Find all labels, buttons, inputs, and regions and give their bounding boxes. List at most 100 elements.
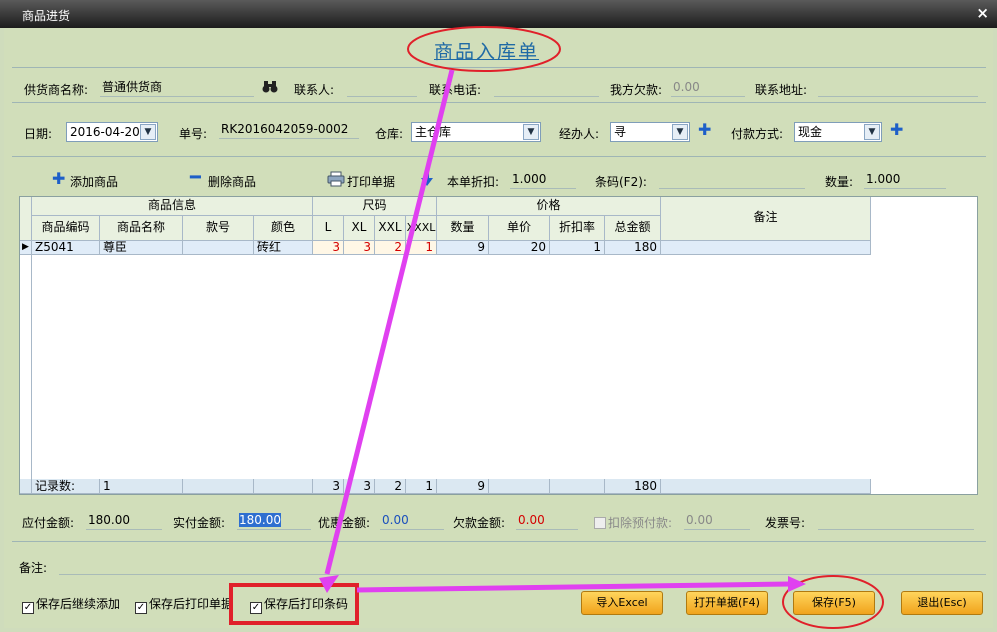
window-title: 商品进货 [22, 9, 71, 23]
column-header-color[interactable]: 颜色 [254, 216, 313, 241]
paid-input[interactable]: 180.00 [237, 512, 311, 530]
down-arrow-icon[interactable] [421, 171, 433, 187]
column-header-discount-rate[interactable]: 折扣率 [550, 216, 605, 241]
chevron-down-icon[interactable]: ▼ [140, 124, 156, 140]
check-icon[interactable]: ✓ [22, 602, 34, 614]
date-picker[interactable]: 2016-04-20 ▼ [66, 122, 158, 142]
product-grid: 商品信息 尺码 价格 备注 商品编码 商品名称 款号 颜色 L XL XXL X… [19, 196, 978, 495]
column-header-xxl[interactable]: XXL [375, 216, 406, 241]
debt-label: 我方欠款: [610, 83, 663, 97]
contact-field[interactable] [347, 79, 417, 97]
invoice-label: 发票号: [765, 516, 806, 530]
binoculars-icon[interactable] [262, 80, 278, 94]
order-label: 单号: [179, 127, 208, 141]
add-product-button[interactable]: 添加商品 [70, 173, 118, 190]
payable-field: 180.00 [86, 512, 162, 530]
discount-field[interactable]: 1.000 [510, 171, 576, 189]
barcode-label: 条码(F2): [595, 175, 647, 189]
address-field[interactable] [818, 79, 978, 97]
warehouse-select[interactable]: 主仓库 ▼ [411, 122, 541, 142]
phone-label: 联系电话: [429, 83, 482, 97]
footer-xl-total: 3 [344, 479, 375, 494]
chevron-down-icon[interactable]: ▼ [523, 124, 539, 140]
checkbox-box[interactable] [594, 517, 606, 529]
table-cell-remark[interactable] [661, 241, 871, 255]
supplier-field[interactable]: 普通供货商 [100, 79, 254, 97]
payment-select[interactable]: 现金 ▼ [794, 122, 882, 142]
table-cell-xxl[interactable]: 2 [375, 241, 406, 255]
column-header-name[interactable]: 商品名称 [100, 216, 183, 241]
group-header-remark: 备注 [661, 197, 871, 241]
print-document-button[interactable]: 打印单据 [347, 173, 395, 190]
column-header-total[interactable]: 总金额 [605, 216, 661, 241]
print-barcode-checkbox[interactable]: ✓ 保存后打印条码 [250, 597, 348, 614]
check-icon[interactable]: ✓ [250, 602, 262, 614]
warehouse-label: 仓库: [375, 127, 404, 141]
discount-amount-field[interactable]: 0.00 [380, 512, 444, 530]
quantity-input[interactable]: 1.000 [864, 171, 946, 189]
footer-quantity-total: 9 [437, 479, 489, 494]
table-cell-xxxl[interactable]: 1 [406, 241, 437, 255]
footer-cell [550, 479, 605, 494]
debt-field: 0.00 [671, 79, 745, 97]
deduct-prepay-checkbox[interactable]: 扣除预付款: [594, 514, 672, 531]
table-cell-quantity[interactable]: 9 [437, 241, 489, 255]
import-excel-button[interactable]: 导入Excel [581, 591, 663, 615]
chevron-down-icon[interactable]: ▼ [864, 124, 880, 140]
continue-add-checkbox[interactable]: ✓ 保存后继续添加 [22, 597, 120, 614]
table-cell-code[interactable]: Z5041 [32, 241, 100, 255]
table-cell-color[interactable]: 砖红 [254, 241, 313, 255]
table-cell-discount-rate[interactable]: 1 [550, 241, 605, 255]
contact-label: 联系人: [294, 83, 335, 97]
indicator-column-divider [31, 255, 32, 479]
footer-record-label: 记录数: [32, 479, 100, 494]
handler-select[interactable]: 寻 ▼ [610, 122, 690, 142]
invoice-field[interactable] [818, 512, 974, 530]
quantity-label: 数量: [825, 175, 854, 189]
column-header-unit-price[interactable]: 单价 [489, 216, 550, 241]
open-document-button[interactable]: 打开单据(F4) [686, 591, 768, 615]
chevron-down-icon[interactable]: ▼ [672, 124, 688, 140]
plus-icon[interactable]: ✚ [698, 120, 711, 139]
group-header-product-info: 商品信息 [32, 197, 313, 216]
column-header-xxxl[interactable]: XXXL [406, 216, 437, 241]
footer-record-count: 1 [100, 479, 183, 494]
warehouse-value: 主仓库 [415, 125, 452, 139]
minus-icon[interactable]: ━ [190, 167, 201, 188]
plus-icon[interactable]: ✚ [890, 120, 903, 139]
print-document-checkbox[interactable]: ✓ 保存后打印单据 [135, 597, 233, 614]
divider [12, 156, 986, 157]
phone-field[interactable] [494, 79, 599, 97]
column-header-xl[interactable]: XL [344, 216, 375, 241]
discount-label: 本单折扣: [447, 175, 500, 189]
table-cell-total[interactable]: 180 [605, 241, 661, 255]
form-heading: 商品入库单 [434, 41, 540, 63]
printer-icon[interactable] [327, 171, 345, 187]
payable-label: 应付金额: [22, 516, 75, 530]
column-header-l[interactable]: L [313, 216, 344, 241]
footer-l-total: 3 [313, 479, 344, 494]
plus-icon[interactable]: ✚ [52, 169, 65, 188]
table-cell-xl[interactable]: 3 [344, 241, 375, 255]
table-cell-style[interactable] [183, 241, 254, 255]
column-header-style[interactable]: 款号 [183, 216, 254, 241]
table-cell-unit-price[interactable]: 20 [489, 241, 550, 255]
table-cell-l[interactable]: 3 [313, 241, 344, 255]
handler-value: 寻 [614, 125, 627, 139]
column-header-quantity[interactable]: 数量 [437, 216, 489, 241]
remark-input[interactable] [59, 557, 986, 575]
address-label: 联系地址: [755, 83, 808, 97]
check-icon[interactable]: ✓ [135, 602, 147, 614]
delete-product-button[interactable]: 删除商品 [208, 173, 256, 190]
table-cell-name[interactable]: 尊臣 [100, 241, 183, 255]
barcode-input[interactable] [659, 171, 805, 189]
save-button[interactable]: 保存(F5) [793, 591, 875, 615]
divider [12, 541, 986, 542]
row-pointer-icon[interactable]: ▶ [20, 241, 32, 255]
handler-label: 经办人: [559, 127, 600, 141]
column-header-code[interactable]: 商品编码 [32, 216, 100, 241]
exit-button[interactable]: 退出(Esc) [901, 591, 983, 615]
footer-cell [661, 479, 871, 494]
paid-value: 180.00 [239, 513, 281, 527]
close-icon[interactable]: × [976, 4, 989, 22]
